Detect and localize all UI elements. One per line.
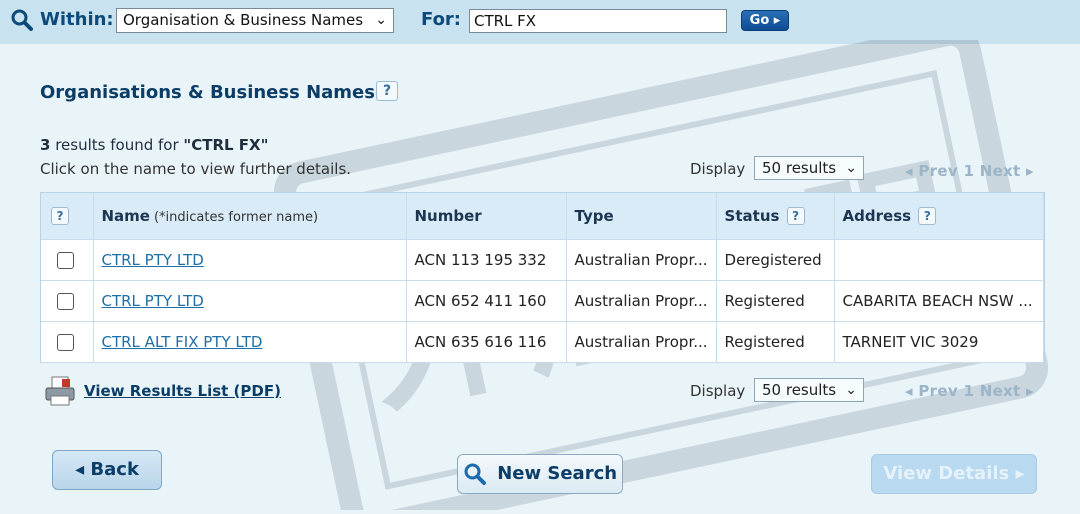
page-title: Organisations & Business Names [40, 82, 375, 103]
result-number: ACN 635 616 116 [406, 321, 567, 363]
display-select-value: 50 results [762, 381, 837, 399]
help-icon[interactable]: ? [376, 81, 398, 101]
results-found-text: results found for [55, 136, 179, 154]
result-type: Australian Propr... [566, 321, 717, 363]
view-results-pdf-link[interactable]: View Results List (PDF) [84, 382, 281, 400]
go-button-label: Go [749, 13, 770, 28]
result-number: ACN 113 195 332 [406, 239, 567, 281]
results-summary: 3 results found for "CTRL FX" [40, 136, 268, 154]
header-type: Type [566, 193, 717, 240]
header-help: ? [41, 193, 94, 240]
next-button[interactable]: Next ▸ [980, 382, 1034, 400]
result-address [834, 239, 1045, 281]
chevron-right-icon: ▸ [1015, 463, 1025, 484]
header-name: Name (*indicates former name) [93, 193, 407, 240]
table-row: CTRL ALT FIX PTY LTD ACN 635 616 116 Aus… [41, 321, 1045, 363]
header-number: Number [406, 193, 567, 240]
row-checkbox[interactable] [57, 251, 74, 269]
results-query: "CTRL FX" [183, 136, 269, 154]
result-name-link[interactable]: CTRL ALT FIX PTY LTD [102, 333, 263, 351]
view-details-button[interactable]: View Details ▸ [871, 454, 1037, 494]
results-instruction: Click on the name to view further detail… [40, 160, 352, 178]
table-row: CTRL PTY LTD ACN 652 411 160 Australian … [41, 280, 1045, 322]
display-label: Display [690, 382, 746, 400]
new-search-button[interactable]: New Search [457, 454, 623, 494]
table-header-row: ? Name (*indicates former name) Number Ty… [41, 193, 1045, 240]
back-button[interactable]: ◂ Back [52, 450, 162, 490]
result-type: Australian Propr... [566, 280, 717, 322]
chevron-left-icon: ◂ [905, 162, 913, 180]
chevron-left-icon: ◂ [75, 459, 85, 480]
header-status: Status ? [716, 193, 835, 240]
go-button[interactable]: Go ▸ [741, 10, 789, 31]
results-table: ? Name (*indicates former name) Number Ty… [40, 192, 1045, 363]
within-label: Within: [40, 9, 114, 30]
result-address: CABARITA BEACH NSW ... [834, 280, 1045, 322]
prev-button[interactable]: ◂ Prev [905, 162, 958, 180]
result-address: TARNEIT VIC 3029 [834, 321, 1045, 363]
pager: ◂ Prev 1 Next ▸ [905, 382, 1034, 400]
for-label: For: [421, 9, 462, 30]
chevron-down-icon: ⌄ [845, 382, 857, 398]
search-icon [11, 9, 33, 31]
result-type: Australian Propr... [566, 239, 717, 281]
help-icon[interactable]: ? [51, 206, 69, 225]
header-address: Address ? [834, 193, 1045, 240]
within-select-value: Organisation & Business Names [123, 11, 364, 29]
result-number: ACN 652 411 160 [406, 280, 567, 322]
chevron-left-icon: ◂ [905, 382, 913, 400]
pdf-printer-icon [45, 376, 75, 406]
play-arrow-icon: ▸ [773, 13, 781, 28]
row-checkbox[interactable] [57, 292, 74, 310]
new-search-label: New Search [497, 463, 618, 484]
page-number: 1 [963, 162, 975, 180]
prev-button[interactable]: ◂ Prev [905, 382, 958, 400]
search-bar: Within: Organisation & Business Names ⌄ … [0, 0, 1080, 44]
display-select[interactable]: 50 results ⌄ [754, 156, 864, 180]
table-row: CTRL PTY LTD ACN 113 195 332 Australian … [41, 239, 1045, 281]
row-checkbox[interactable] [57, 333, 74, 351]
display-label: Display [690, 160, 746, 178]
help-icon[interactable]: ? [786, 206, 805, 225]
search-icon [464, 463, 486, 485]
help-icon[interactable]: ? [918, 206, 937, 225]
display-select[interactable]: 50 results ⌄ [754, 378, 864, 402]
result-name-link[interactable]: CTRL PTY LTD [102, 292, 204, 310]
search-input[interactable]: CTRL FX [469, 9, 727, 33]
results-count: 3 [40, 136, 51, 154]
page-number: 1 [963, 382, 975, 400]
pager: ◂ Prev 1 Next ▸ [905, 162, 1034, 180]
chevron-right-icon: ▸ [1026, 382, 1034, 400]
result-status: Deregistered [716, 239, 835, 281]
back-button-label: Back [90, 459, 139, 480]
result-status: Registered [716, 321, 835, 363]
chevron-down-icon: ⌄ [375, 12, 387, 28]
display-select-value: 50 results [762, 159, 837, 177]
chevron-down-icon: ⌄ [845, 160, 857, 176]
next-button[interactable]: Next ▸ [980, 162, 1034, 180]
result-status: Registered [716, 280, 835, 322]
view-details-label: View Details [883, 463, 1010, 484]
within-select[interactable]: Organisation & Business Names ⌄ [116, 8, 394, 33]
chevron-right-icon: ▸ [1026, 162, 1034, 180]
result-name-link[interactable]: CTRL PTY LTD [102, 251, 204, 269]
